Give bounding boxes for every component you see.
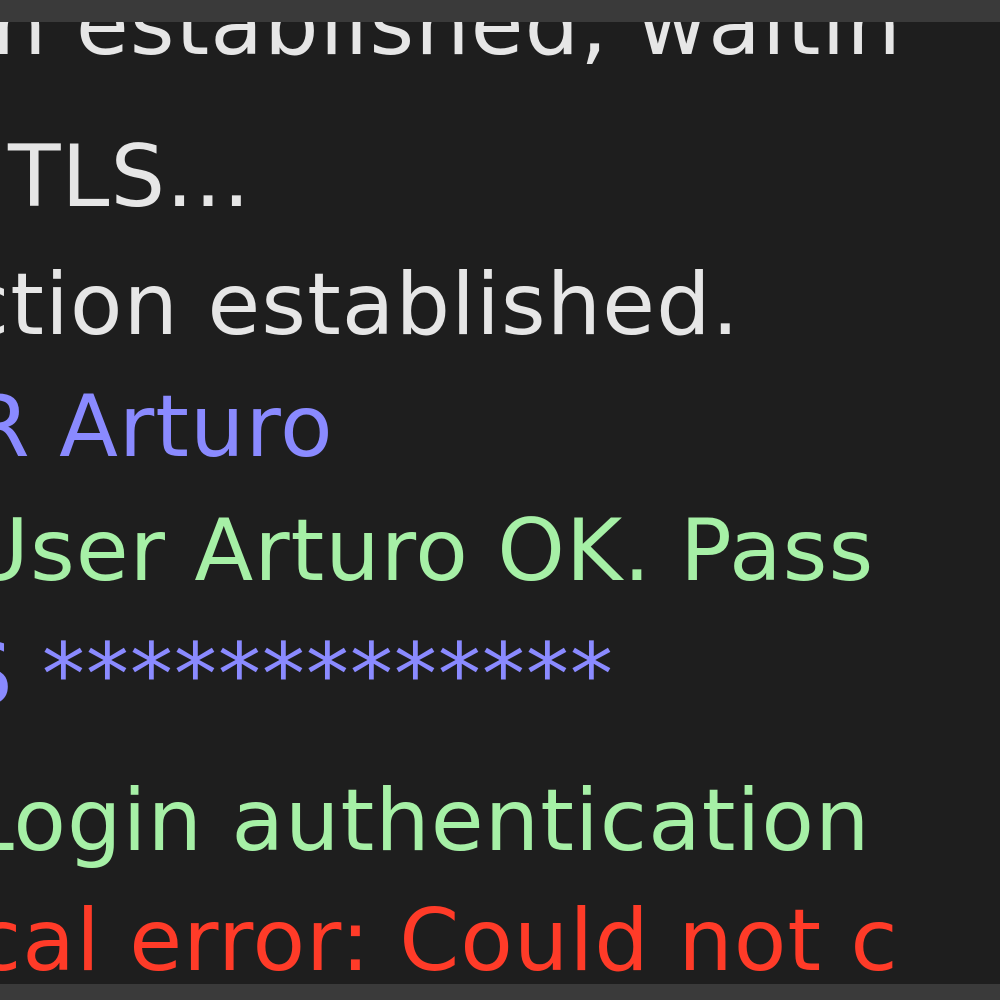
log-line-critical-error: cal error: Could not c: [0, 891, 899, 984]
log-line-user-command: R Arturo: [0, 377, 334, 477]
log-line-connection-established-waiting: n established, waitin: [0, 22, 902, 75]
log-line-tls: TLS...: [8, 127, 252, 227]
log-line-connection-established: ction established.: [0, 255, 741, 355]
log-line-user-ok: User Arturo OK. Pass: [0, 501, 875, 601]
log-window: n established, waitin TLS... ction estab…: [0, 22, 1000, 984]
log-line-password-command: S *************: [0, 625, 614, 725]
log-line-login-authentication: Login authentication: [0, 771, 871, 871]
